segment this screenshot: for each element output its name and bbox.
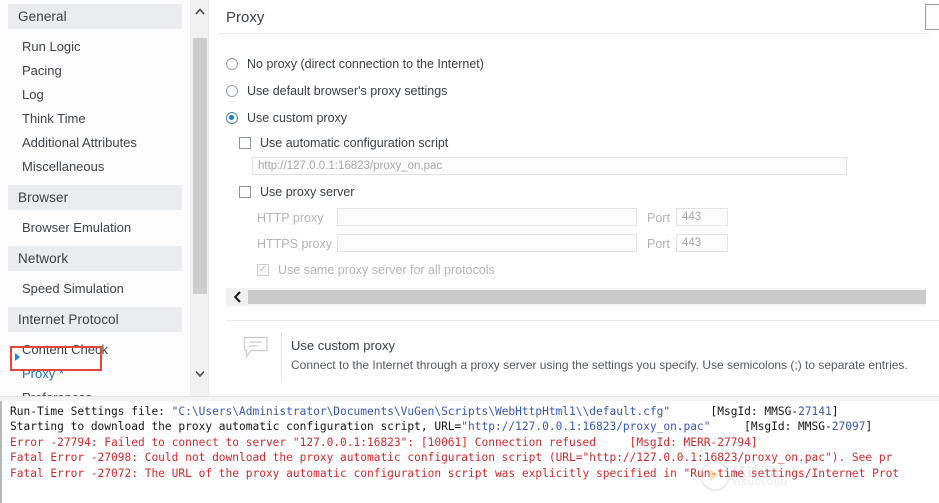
https-proxy-label: HTTPS proxy [257, 237, 332, 251]
http-proxy-input[interactable] [337, 208, 637, 226]
radio-default-browser-proxy[interactable]: Use default browser's proxy settings [226, 84, 447, 98]
sidebar-item-additional-attributes[interactable]: Additional Attributes [0, 131, 190, 155]
log-segment: Starting to download the proxy automatic… [10, 420, 461, 433]
log-line: Run-Time Settings file: "C:\Users\Admini… [10, 404, 939, 419]
log-line: Starting to download the proxy automatic… [10, 419, 939, 434]
sidebar-item-miscellaneous[interactable]: Miscellaneous [0, 155, 190, 179]
https-proxy-input[interactable] [337, 234, 637, 252]
log-segment: "C:\Users\Administrator\Documents\VuGen\… [172, 405, 670, 418]
checkbox-label: Use automatic configuration script [260, 136, 448, 150]
checkbox-indicator [257, 264, 269, 276]
scrollbar-thumb[interactable] [193, 38, 207, 294]
sidebar-item-pacing[interactable]: Pacing [0, 59, 190, 83]
checkbox-use-automatic-configuration-script[interactable]: Use automatic configuration script [239, 136, 448, 150]
settings-sidebar[interactable]: General Run Logic Pacing Log Think Time … [0, 0, 190, 396]
chevron-up-icon[interactable] [191, 2, 209, 20]
sidebar-item-run-logic[interactable]: Run Logic [0, 35, 190, 59]
http-port-label: Port [647, 211, 670, 225]
radio-indicator [226, 58, 238, 70]
log-line: Fatal Error -27098: Could not download t… [10, 450, 939, 465]
sidebar-item-content-check[interactable]: Content Check [0, 338, 190, 362]
title-divider [219, 33, 929, 34]
log-segment: ] [832, 405, 839, 418]
sidebar-item-think-time[interactable]: Think Time [0, 107, 190, 131]
log-line: Fatal Error -27072: The URL of the proxy… [10, 466, 939, 481]
http-proxy-label: HTTP proxy [257, 211, 323, 225]
radio-label: Use default browser's proxy settings [247, 84, 447, 98]
main-horizontal-scrollbar[interactable] [226, 288, 926, 306]
pac-url-input[interactable]: http://127.0.0.1:16823/proxy_on.pac [252, 157, 847, 175]
sidebar-item-log[interactable]: Log [0, 83, 190, 107]
checkbox-label: Use proxy server [260, 185, 354, 199]
radio-label: No proxy (direct connection to the Inter… [247, 57, 484, 71]
comment-bubble-icon [243, 336, 269, 360]
sidebar-item-browser-emulation[interactable]: Browser Emulation [0, 216, 190, 240]
http-port-input[interactable]: 443 [676, 208, 728, 226]
checkbox-indicator [239, 137, 251, 149]
log-segment: [MsgId: MMSG- [670, 405, 798, 418]
run-time-settings-window: General Run Logic Pacing Log Think Time … [0, 0, 939, 503]
sidebar-group-network: Network [8, 246, 182, 271]
sidebar-group-general: General [8, 4, 182, 29]
log-segment: Run-Time Settings file: [10, 405, 172, 418]
log-segment: 27141 [798, 405, 832, 418]
log-segment: [MsgId: MMSG- [711, 420, 832, 433]
log-segment: "http://127.0.0.1:16823/proxy_on.pac" [461, 420, 710, 433]
chevron-down-icon[interactable] [191, 364, 209, 382]
log-segment: Fatal Error -27098: Could not download t… [10, 451, 892, 464]
sidebar-group-browser: Browser [8, 185, 182, 210]
scrollbar-thumb[interactable] [248, 290, 926, 304]
sidebar-item-speed-simulation[interactable]: Speed Simulation [0, 277, 190, 301]
page-title: Proxy [226, 9, 264, 26]
sidebar-vertical-scrollbar[interactable] [190, 0, 208, 396]
sidebar-item-preferences[interactable]: Preferences [0, 386, 190, 396]
selected-item-arrow-icon [15, 353, 20, 361]
radio-custom-proxy[interactable]: Use custom proxy [226, 111, 347, 125]
output-log-panel[interactable]: Run-Time Settings file: "C:\Users\Admini… [0, 401, 939, 503]
https-port-input[interactable]: 443 [676, 234, 728, 252]
proxy-settings-panel: Proxy No proxy (direct connection to the… [209, 0, 939, 396]
checkbox-indicator [239, 186, 251, 198]
radio-label: Use custom proxy [247, 111, 347, 125]
description-divider [226, 320, 939, 321]
checkbox-use-proxy-server[interactable]: Use proxy server [239, 185, 354, 199]
log-segment: Fatal Error -27072: The URL of the proxy… [10, 467, 899, 480]
description-body: Connect to the Internet through a proxy … [291, 358, 908, 372]
sidebar-group-internet-protocol: Internet Protocol [8, 307, 182, 332]
https-port-label: Port [647, 237, 670, 251]
description-separator [281, 332, 282, 382]
log-segment: Error -27794: Failed to connect to serve… [10, 436, 758, 449]
sidebar-item-proxy[interactable]: Proxy * [0, 362, 190, 386]
radio-indicator [226, 85, 238, 97]
description-title: Use custom proxy [291, 338, 395, 353]
top-right-control[interactable] [925, 4, 939, 30]
log-segment: ] [865, 420, 872, 433]
radio-indicator-selected [226, 112, 238, 124]
checkbox-label: Use same proxy server for all protocols [278, 263, 495, 277]
log-line: Error -27794: Failed to connect to serve… [10, 435, 939, 450]
chevron-left-icon[interactable] [226, 288, 248, 306]
log-segment: 27097 [832, 420, 866, 433]
radio-no-proxy[interactable]: No proxy (direct connection to the Inter… [226, 57, 484, 71]
checkbox-use-same-proxy-all-protocols[interactable]: Use same proxy server for all protocols [257, 263, 495, 277]
